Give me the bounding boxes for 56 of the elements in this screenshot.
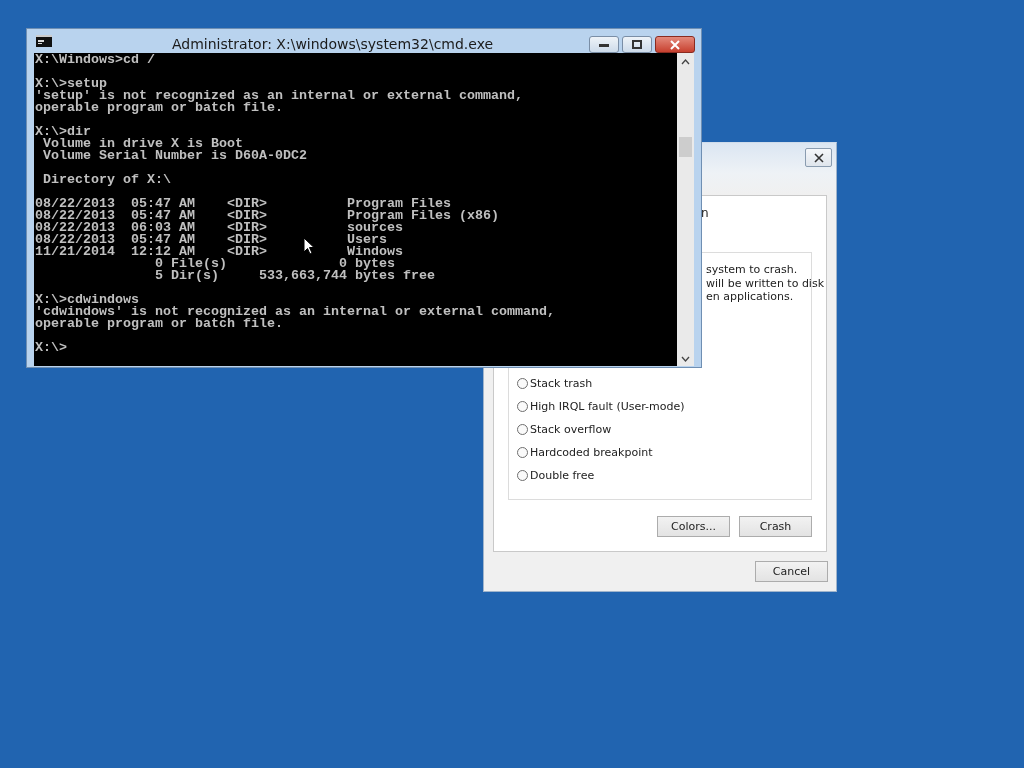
console-line: 08/22/2013 05:47 AM <DIR> Program Files xyxy=(35,198,451,210)
heading-text: n xyxy=(701,206,709,220)
console-icon xyxy=(36,35,52,47)
radio-button[interactable] xyxy=(517,446,528,458)
option-label: Hardcoded breakpoint xyxy=(530,445,653,459)
console-line: 08/22/2013 05:47 AM <DIR> Users xyxy=(35,234,387,246)
cancel-button[interactable]: Cancel xyxy=(755,561,828,582)
mouse-cursor-icon xyxy=(303,237,315,255)
console-line: 'setup' is not recognized as an internal or external command, xyxy=(35,90,523,102)
description-text: en applications. xyxy=(706,290,795,304)
radio-button[interactable] xyxy=(517,423,528,435)
option-label: High IRQL fault (User-mode) xyxy=(530,399,685,413)
description-text: will be written to disk xyxy=(706,276,825,290)
radio-option[interactable]: Stack trash xyxy=(517,375,811,391)
console-line: X:\Windows>cd / xyxy=(35,54,155,66)
console-line: Volume in drive X is Boot xyxy=(42,138,243,150)
console-line: 08/22/2013 06:03 AM <DIR> sources xyxy=(35,222,403,234)
option-label: Double free xyxy=(530,468,595,482)
restore-button[interactable] xyxy=(622,36,652,53)
description-text: system to crash. xyxy=(706,263,799,277)
scroll-up-icon[interactable] xyxy=(681,59,690,65)
radio-option[interactable]: High IRQL fault (User-mode) xyxy=(517,398,811,414)
dialog-button[interactable]: Crash xyxy=(739,516,812,537)
minimize-button[interactable] xyxy=(589,36,619,53)
close-button[interactable] xyxy=(805,148,832,167)
console-line: X:\>setup xyxy=(35,78,107,90)
console-line: operable program or batch file. xyxy=(35,318,283,330)
console-line: Volume Serial Number is D60A-0DC2 xyxy=(42,150,307,162)
close-icon xyxy=(812,152,825,163)
close-icon xyxy=(669,39,681,50)
console-line: X:\>cdwindows xyxy=(35,294,139,306)
radio-button[interactable] xyxy=(517,400,528,412)
scrollbar[interactable] xyxy=(677,53,694,366)
option-label: Stack trash xyxy=(530,376,593,390)
console-line: 5 Dir(s) 533,663,744 bytes free xyxy=(153,270,435,282)
scroll-down-icon[interactable] xyxy=(681,356,690,362)
window-title: Administrator: X:\windows\system32\cmd.exe xyxy=(172,36,494,52)
scrollbar-thumb[interactable] xyxy=(679,137,692,157)
dialog-button[interactable]: Colors... xyxy=(657,516,730,537)
radio-button[interactable] xyxy=(517,469,528,481)
radio-button[interactable] xyxy=(517,377,528,389)
console-line: Directory of X:\ xyxy=(42,174,171,186)
minimize-icon xyxy=(599,42,609,47)
console-line: operable program or batch file. xyxy=(35,102,283,114)
restore-icon xyxy=(632,40,642,49)
console-line: 11/21/2014 12:12 AM <DIR> Windows xyxy=(35,246,403,258)
radio-option[interactable]: Stack overflow xyxy=(517,421,811,437)
close-button[interactable] xyxy=(655,36,695,53)
radio-option[interactable]: Hardcoded breakpoint xyxy=(517,444,811,460)
option-label: Stack overflow xyxy=(530,422,612,436)
console-line: 0 File(s) 0 bytes xyxy=(153,258,395,270)
console-line: X:\> xyxy=(35,342,67,354)
console-line: 08/22/2013 05:47 AM <DIR> Program Files (x86) xyxy=(35,210,499,222)
console-line: 'cdwindows' is not recognized as an internal or external command, xyxy=(35,306,555,318)
radio-option[interactable]: Double free xyxy=(517,467,811,483)
console-line: X:\>dir xyxy=(35,126,91,138)
